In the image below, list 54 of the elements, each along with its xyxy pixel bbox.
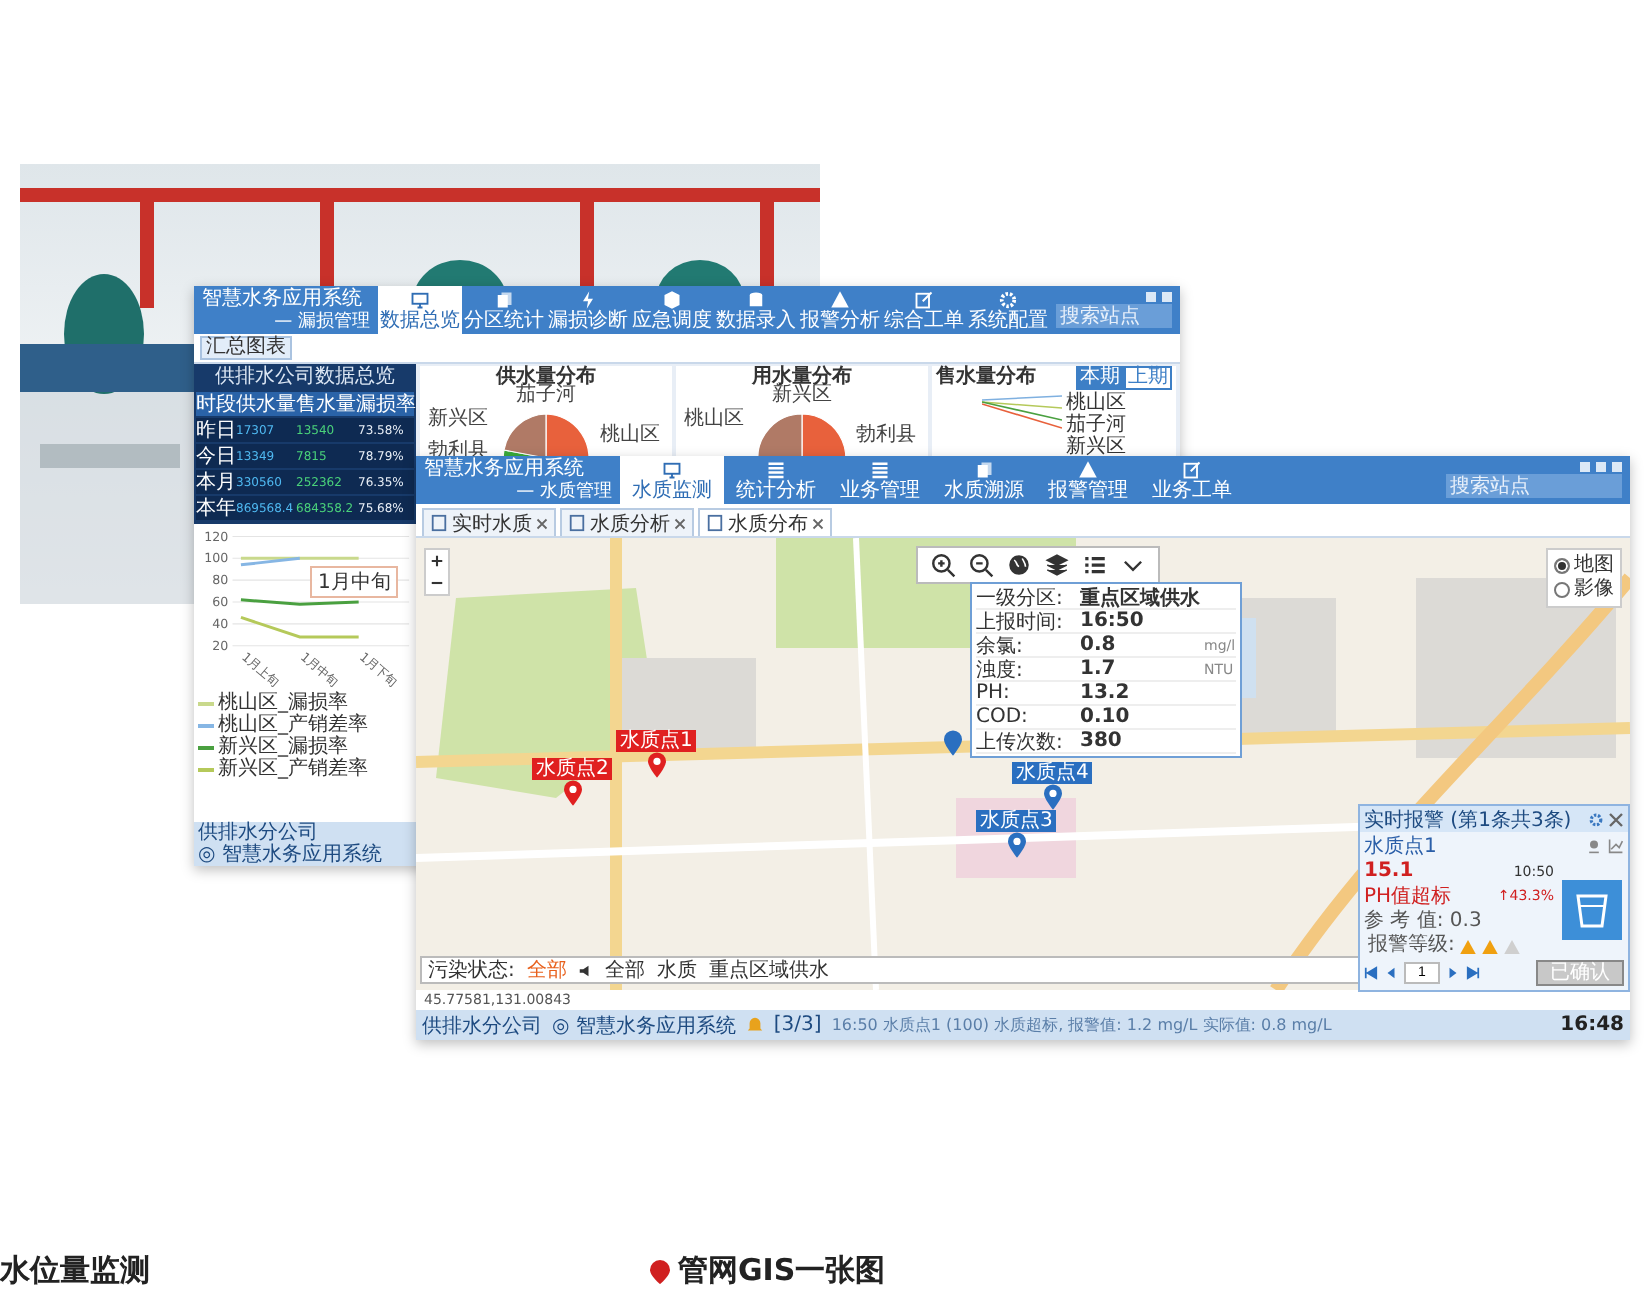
field-value: 16:50 xyxy=(1080,610,1146,632)
field-value: 1.7 xyxy=(1080,658,1118,680)
layer-option[interactable]: 影像 xyxy=(1554,578,1614,602)
field-value: 0.10 xyxy=(1080,706,1132,728)
reference-value: 参 考 值: 0.3 xyxy=(1362,910,1484,933)
panel-title: 实时报警 (第1条共3条) xyxy=(1364,807,1572,833)
status-text: ◎ 智慧水务应用系统 xyxy=(552,1013,736,1039)
field-label: 余氯: xyxy=(976,633,1025,659)
search-field[interactable]: 搜索站点 xyxy=(1056,304,1172,328)
alarm-message: 16:50 水质点1 (100) 水质超标, 报警值: 1.2 mg/L 实际值: 0.8 mg/L xyxy=(831,1014,1332,1036)
field-label: 上报时间: xyxy=(976,609,1065,635)
legend-item: 桃山区_产销差率 xyxy=(198,714,412,736)
layer-option[interactable]: 地图 xyxy=(1554,554,1614,578)
field-value: 380 xyxy=(1080,730,1124,752)
nav-tab[interactable]: 业务工单 xyxy=(1140,456,1244,504)
chart-title: 售水量分布 xyxy=(936,366,1036,390)
station-name: 水质点1 xyxy=(1364,833,1437,860)
nav-tab[interactable]: 报警分析 xyxy=(798,286,882,334)
alarm-counter: [3/3] xyxy=(773,1014,822,1036)
series-label: 桃山区 xyxy=(1066,392,1126,414)
field-label: 上传次数: xyxy=(976,729,1065,755)
nav-tab[interactable]: 系统配置 xyxy=(966,286,1050,334)
filter-option[interactable]: 重点区域供水 xyxy=(708,956,829,984)
legend-item: 桃山区_漏损率 xyxy=(198,692,412,714)
alarm-type: PH值超标 xyxy=(1364,883,1452,909)
clock-text: 16:48 xyxy=(1560,1014,1624,1036)
series-label: 茄子河 xyxy=(1066,414,1126,436)
field-value: 重点区域供水 xyxy=(1080,585,1202,611)
slice-label: 勃利县 xyxy=(856,426,916,446)
field-label: 一级分区: xyxy=(976,585,1065,611)
status-text: ◎ 智慧水务应用系统 xyxy=(198,844,382,866)
field-label: 浊度: xyxy=(976,657,1025,683)
status-text: 供排水分公司 xyxy=(422,1013,542,1039)
filter-option[interactable]: 全部 xyxy=(604,956,645,984)
nav-tab[interactable]: 报警管理 xyxy=(1036,456,1140,504)
field-label: COD: xyxy=(976,706,1030,728)
status-text: 供排水分公司 xyxy=(198,822,318,844)
filter-value: 全部 xyxy=(526,957,567,984)
period-button[interactable]: 本期 xyxy=(1076,366,1124,390)
search-field[interactable]: 搜索站点 xyxy=(1446,474,1622,498)
filter-option[interactable]: 水质 xyxy=(656,956,697,984)
field-value: 13.2 xyxy=(1080,682,1132,704)
filter-label: 污染状态: xyxy=(428,957,515,984)
legend-item: 新兴区_漏损率 xyxy=(198,736,412,758)
alarm-value: 15.1 xyxy=(1364,860,1414,882)
caption-text: 管网GIS一张图 xyxy=(678,1252,886,1290)
legend-item: 新兴区_产销差率 xyxy=(198,758,412,780)
field-label: PH: xyxy=(976,682,1012,704)
series-label: 新兴区 xyxy=(1066,436,1126,458)
nav-tab[interactable]: 业务管理 xyxy=(828,456,932,504)
nav-tab[interactable]: 水质溯源 xyxy=(932,456,1036,504)
field-value: 0.8 xyxy=(1080,634,1118,656)
nav-tab[interactable]: 综合工单 xyxy=(882,286,966,334)
level-label: 报警等级: xyxy=(1366,934,1455,958)
